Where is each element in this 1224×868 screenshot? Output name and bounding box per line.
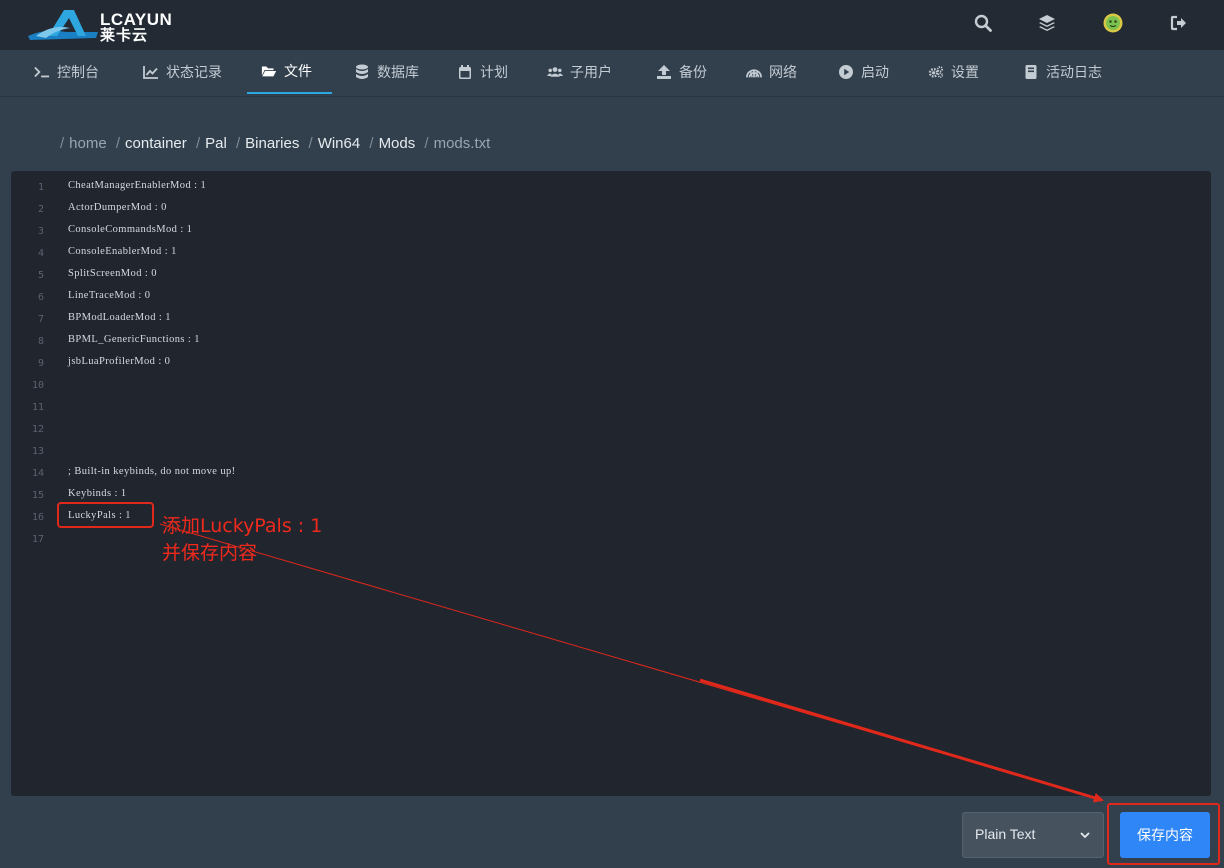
save-content-button[interactable]: 保存内容 (1120, 812, 1210, 858)
upload-icon (656, 64, 672, 80)
line-number: 5 (37, 270, 44, 281)
line-number: 12 (31, 424, 44, 435)
code-line[interactable]: ActorDumperMod : 0 (68, 202, 167, 213)
tab-network[interactable]: 网络 (732, 50, 811, 94)
code-line[interactable]: BPModLoaderMod : 1 (68, 312, 171, 323)
tab-settings[interactable]: 设置 (914, 50, 993, 94)
line-number: 10 (31, 380, 44, 391)
line-number: 1 (37, 182, 44, 193)
top-header: LCAYUN 莱卡云 (0, 0, 1224, 50)
chevron-down-icon (1079, 828, 1091, 840)
line-number: 6 (37, 292, 44, 303)
line-number: 2 (37, 204, 44, 215)
line-number: 9 (37, 358, 44, 369)
line-number: 13 (31, 446, 44, 457)
tab-label: 文件 (284, 64, 312, 80)
breadcrumb-segment[interactable]: Binaries (245, 135, 299, 152)
tab-activity-log[interactable]: 活动日志 (1009, 50, 1116, 94)
tab-label: 启动 (861, 65, 889, 81)
terminal-icon (34, 64, 50, 80)
breadcrumb-current-file: mods.txt (433, 135, 491, 152)
breadcrumb: / home / container / Pal / Binaries / Win64 /… (60, 135, 491, 152)
search-icon[interactable] (974, 14, 994, 34)
code-line[interactable]: LineTraceMod : 0 (68, 290, 150, 301)
line-number: 8 (37, 336, 44, 347)
code-line[interactable]: jsbLuaProfilerMod : 0 (68, 356, 170, 367)
code-line[interactable]: CheatManagerEnablerMod : 1 (68, 180, 206, 191)
line-number: 14 (31, 468, 44, 479)
code-editor[interactable]: 1 2 3 4 5 6 7 8 9 10 11 12 13 14 15 16 17 CheatManagerEn… (11, 171, 1211, 796)
code-line[interactable]: SplitScreenMod : 0 (68, 268, 157, 279)
brand-logo[interactable]: LCAYUN 莱卡云 (26, 6, 172, 44)
tab-database[interactable]: 数据库 (340, 50, 433, 94)
line-number: 4 (37, 248, 44, 259)
tab-label: 状态记录 (166, 65, 222, 81)
book-icon (1023, 64, 1039, 80)
tab-label: 活动日志 (1046, 65, 1102, 81)
annotation-highlight-box (57, 502, 154, 528)
tab-label: 数据库 (377, 65, 419, 81)
tab-files[interactable]: 文件 (247, 50, 332, 94)
code-line[interactable]: ; Built-in keybinds, do not move up! (68, 466, 236, 477)
annotation-line-1: 添加LuckyPals : 1 (162, 515, 323, 537)
main-nav: 控制台 状态记录 文件 数据库 计划 子用户 备份 网络 启动 设置 活动日志 (0, 50, 1224, 97)
folder-open-icon (261, 63, 277, 79)
play-circle-icon (838, 64, 854, 80)
tab-startup[interactable]: 启动 (824, 50, 903, 94)
avatar[interactable] (1103, 13, 1123, 33)
breadcrumb-root[interactable]: home (69, 135, 107, 152)
layers-icon[interactable] (1038, 14, 1058, 34)
line-number: 11 (31, 402, 44, 413)
database-icon (354, 64, 370, 80)
tab-console[interactable]: 控制台 (20, 50, 113, 94)
calendar-icon (457, 64, 473, 80)
logout-icon[interactable] (1170, 14, 1190, 34)
breadcrumb-segment[interactable]: Mods (379, 135, 416, 152)
tab-subusers[interactable]: 子用户 (533, 50, 626, 94)
tab-label: 网络 (769, 65, 797, 81)
chart-line-icon (143, 64, 159, 80)
network-icon (746, 64, 762, 80)
brand-name-cn: 莱卡云 (100, 26, 149, 44)
line-number: 7 (37, 314, 44, 325)
line-number: 17 (31, 534, 44, 545)
line-number: 16 (31, 512, 44, 523)
tab-backups[interactable]: 备份 (642, 50, 721, 94)
tab-label: 子用户 (570, 65, 612, 81)
tab-schedule[interactable]: 计划 (443, 50, 522, 94)
language-select-value: Plain Text (975, 826, 1036, 842)
breadcrumb-segment[interactable]: container (125, 135, 187, 152)
code-line[interactable]: BPML_GenericFunctions : 1 (68, 334, 200, 345)
cogs-icon (928, 64, 944, 80)
code-line[interactable]: ConsoleEnablerMod : 1 (68, 246, 177, 257)
line-number: 15 (31, 490, 44, 501)
logo-mark-icon (28, 10, 98, 40)
users-icon (547, 64, 563, 80)
language-select[interactable]: Plain Text (962, 812, 1104, 858)
tab-label: 备份 (679, 65, 707, 81)
code-line[interactable]: ConsoleCommandsMod : 1 (68, 224, 192, 235)
code-line[interactable]: Keybinds : 1 (68, 488, 126, 499)
tab-label: 计划 (480, 65, 508, 81)
line-number: 3 (37, 226, 44, 237)
breadcrumb-segment[interactable]: Pal (205, 135, 227, 152)
annotation-callout: 添加LuckyPals : 1 并保存内容 (162, 513, 322, 567)
breadcrumb-segment[interactable]: Win64 (318, 135, 361, 152)
tab-label: 设置 (951, 65, 979, 81)
tab-status[interactable]: 状态记录 (129, 50, 236, 94)
annotation-line-2: 并保存内容 (162, 542, 258, 564)
tab-label: 控制台 (57, 65, 99, 81)
